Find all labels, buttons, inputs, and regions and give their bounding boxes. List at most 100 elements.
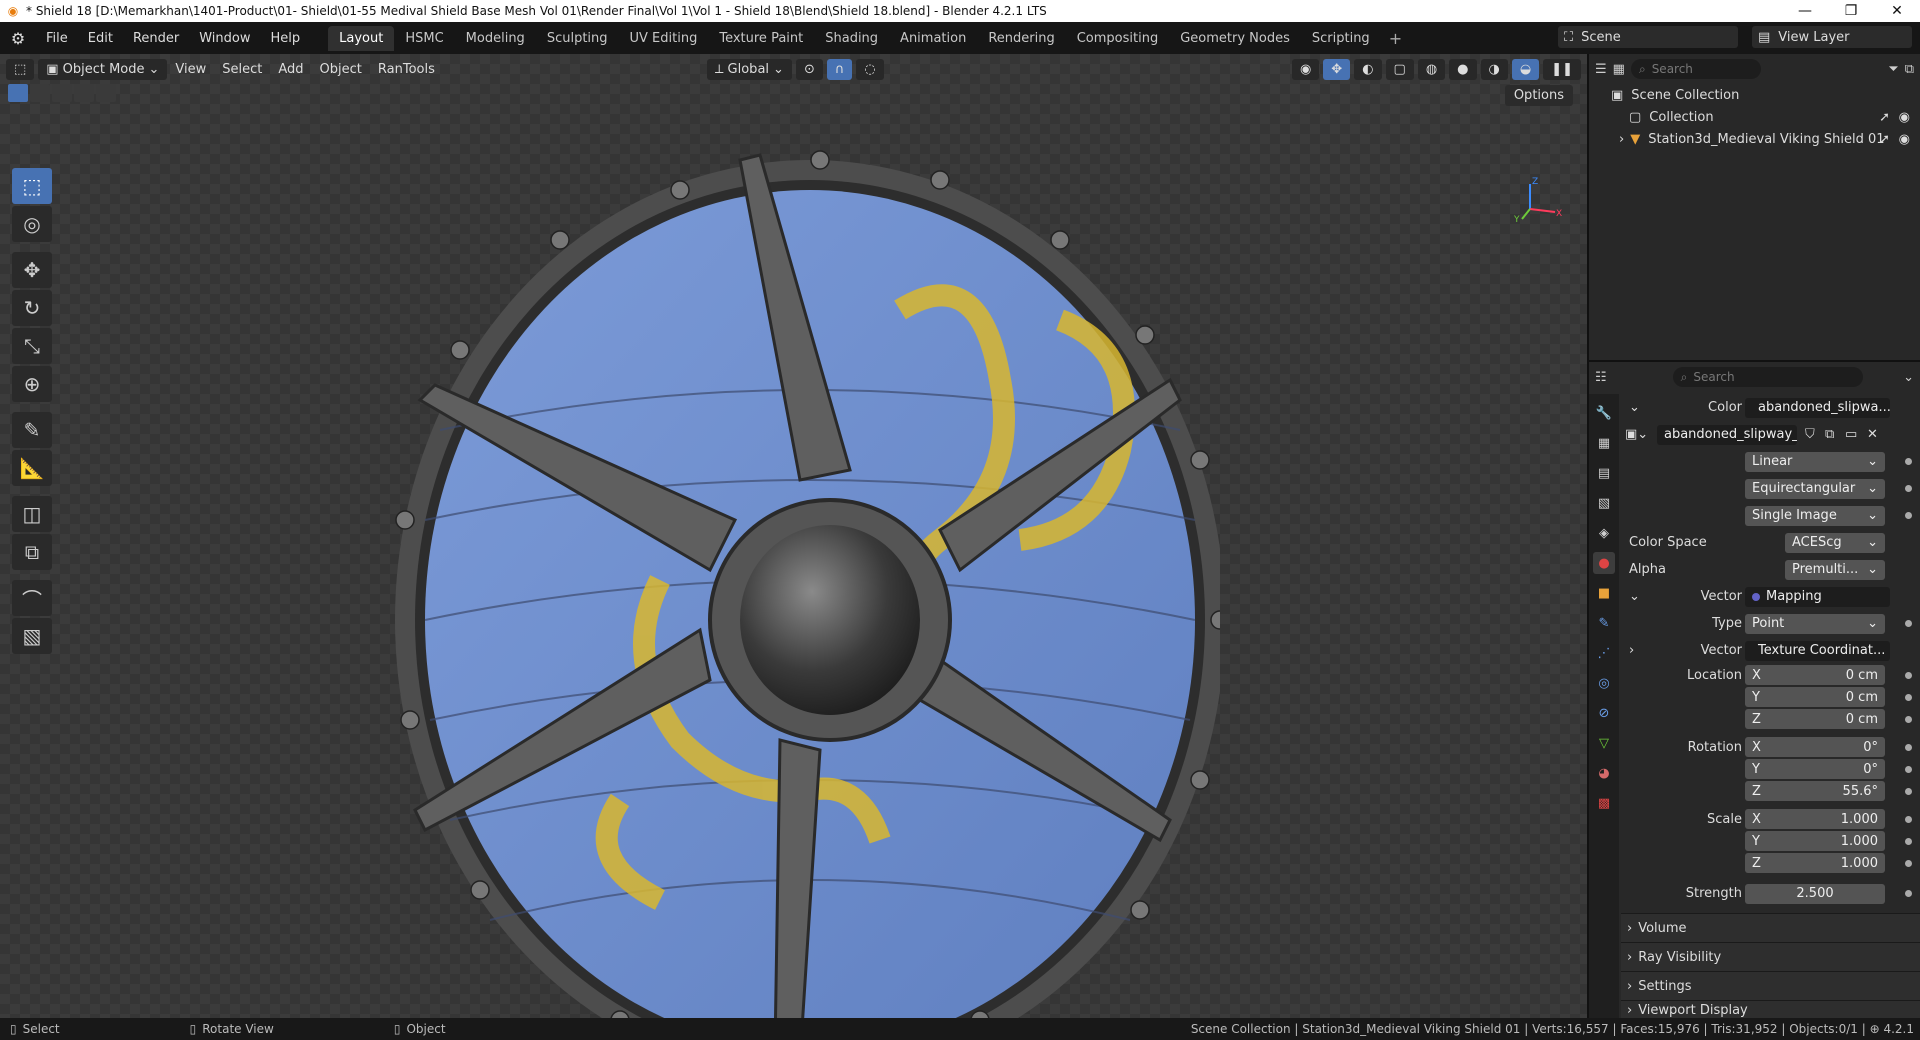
fake-user-icon[interactable]: ⛉ <box>1805 427 1815 442</box>
menu-edit[interactable]: Edit <box>78 31 123 46</box>
view-layer-selector[interactable]: ▤ View Layer <box>1752 26 1912 48</box>
rotate-tool-icon[interactable]: ↻ <box>12 290 52 326</box>
keyframe-dot[interactable] <box>1905 837 1912 845</box>
texture-tab-icon[interactable]: ▩ <box>1593 792 1615 814</box>
selectable-icon[interactable]: ➚ <box>1879 132 1890 147</box>
snap-toggle[interactable]: ∩ <box>826 58 853 80</box>
outliner-row-shield-object[interactable]: › ▼ Station3d_Medieval Viking Shield 01 … <box>1589 128 1920 150</box>
constraints-tab-icon[interactable]: ⊘ <box>1593 702 1615 724</box>
menu-window[interactable]: Window <box>189 31 260 46</box>
scene-selector[interactable]: ⛶ Scene <box>1558 26 1738 48</box>
add-cube-tool-icon[interactable]: ◫ <box>12 496 52 532</box>
image-browse-icon[interactable]: ▣⌄ <box>1625 427 1648 442</box>
vector2-socket-field[interactable]: Texture Coordinat... <box>1745 640 1890 661</box>
material-tab-icon[interactable]: ◕ <box>1593 762 1615 784</box>
tab-rendering[interactable]: Rendering <box>977 26 1065 51</box>
chevron-down-icon[interactable]: ⌄ <box>1903 370 1914 385</box>
minimize-button[interactable]: — <box>1782 3 1828 19</box>
interpolation-select[interactable]: Linear ⌄ <box>1745 451 1885 472</box>
output-tab-icon[interactable]: ▤ <box>1593 462 1615 484</box>
select-invert-icon[interactable] <box>74 84 94 102</box>
strength-field[interactable]: 2.500 <box>1745 883 1885 904</box>
physics-tab-icon[interactable]: ◎ <box>1593 672 1615 694</box>
tab-animation[interactable]: Animation <box>889 26 977 51</box>
alpha-select[interactable]: Premulti... ⌄ <box>1785 559 1885 580</box>
tab-compositing[interactable]: Compositing <box>1066 26 1170 51</box>
eye-icon[interactable]: ◉ <box>1899 132 1910 147</box>
tab-texture-paint[interactable]: Texture Paint <box>708 26 814 51</box>
tab-uv-editing[interactable]: UV Editing <box>619 26 709 51</box>
selectable-icon[interactable]: ➚ <box>1879 110 1890 125</box>
rotation-x-field[interactable]: X 0° <box>1745 737 1885 757</box>
select-subtract-icon[interactable] <box>52 84 72 102</box>
shading-solid[interactable]: ● <box>1449 58 1477 80</box>
tool-tab-icon[interactable]: 🔧 <box>1593 402 1615 424</box>
tab-sculpting[interactable]: Sculpting <box>536 26 619 51</box>
new-collection-icon[interactable]: ⧉ <box>1905 62 1914 77</box>
scale-z-field[interactable]: Z 1.000 <box>1745 853 1885 873</box>
image-tool-icon[interactable]: ▧ <box>12 618 52 654</box>
collapse-chevron-icon[interactable]: ⌄ <box>1629 400 1640 415</box>
location-x-field[interactable]: X 0 cm <box>1745 665 1885 685</box>
tab-shading[interactable]: Shading <box>814 26 889 51</box>
navigation-gizmo[interactable]: Z X Y <box>1510 174 1570 224</box>
tab-geometry-nodes[interactable]: Geometry Nodes <box>1169 26 1301 51</box>
rotation-z-field[interactable]: Z 55.6° <box>1745 781 1885 801</box>
particles-tab-icon[interactable]: ⋰ <box>1593 642 1615 664</box>
data-tab-icon[interactable]: ▽ <box>1593 732 1615 754</box>
select-extend-icon[interactable] <box>30 84 50 102</box>
location-z-field[interactable]: Z 0 cm <box>1745 709 1885 729</box>
keyframe-dot[interactable] <box>1905 815 1912 823</box>
type-select[interactable]: Point ⌄ <box>1745 613 1885 634</box>
outliner-row-collection[interactable]: ▢ Collection ➚ ◉ <box>1589 106 1920 128</box>
transform-orientation[interactable]: ⟂ Global ⌄ <box>706 58 792 80</box>
view-layer-tab-icon[interactable]: ▧ <box>1593 492 1615 514</box>
panel-volume[interactable]: › Volume <box>1621 913 1920 942</box>
select-box-tool-icon[interactable]: ⬚ <box>12 168 52 204</box>
panel-settings[interactable]: › Settings <box>1621 971 1920 1000</box>
viewport-menu-rantools[interactable]: RanTools <box>370 62 443 77</box>
keyframe-dot[interactable] <box>1905 765 1912 773</box>
keyframe-dot[interactable] <box>1905 859 1912 867</box>
editor-type-button[interactable]: ⬚ <box>6 58 35 80</box>
blender-menu-icon[interactable]: ⚙ <box>0 29 36 48</box>
outliner-search[interactable]: ⌕ Search <box>1630 59 1761 79</box>
keyframe-dot[interactable] <box>1905 787 1912 795</box>
viewport-menu-view[interactable]: View <box>167 62 214 77</box>
properties-search[interactable]: ⌕ Search <box>1672 367 1863 387</box>
scale-y-field[interactable]: Y 1.000 <box>1745 831 1885 851</box>
vector-socket-field[interactable]: Mapping <box>1745 586 1890 607</box>
keyframe-dot[interactable] <box>1905 715 1912 723</box>
projection-select[interactable]: Equirectangular ⌄ <box>1745 478 1885 499</box>
render-tab-icon[interactable]: ▦ <box>1593 432 1615 454</box>
properties-editor-icon[interactable]: ☷ <box>1595 370 1607 385</box>
filter-icon[interactable]: ⏷ <box>1888 62 1898 77</box>
close-button[interactable]: ✕ <box>1874 3 1920 19</box>
add-workspace-icon[interactable]: + <box>1381 29 1410 48</box>
tab-layout[interactable]: Layout <box>328 25 395 51</box>
panel-viewport-display[interactable]: › Viewport Display <box>1621 1000 1920 1020</box>
eye-icon[interactable]: ◉ <box>1899 110 1910 125</box>
keyframe-dot[interactable] <box>1905 485 1912 492</box>
source-select[interactable]: Single Image ⌄ <box>1745 505 1885 526</box>
keyframe-dot[interactable] <box>1905 620 1912 627</box>
scale-tool-icon[interactable]: ⤡ <box>12 328 52 364</box>
keyframe-dot[interactable] <box>1905 890 1912 897</box>
scene-tab-icon[interactable]: ◈ <box>1593 522 1615 544</box>
scale-x-field[interactable]: X 1.000 <box>1745 809 1885 829</box>
unlink-image-icon[interactable]: ✕ <box>1867 427 1878 442</box>
keyframe-dot[interactable] <box>1905 743 1912 751</box>
tab-scripting[interactable]: Scripting <box>1301 26 1381 51</box>
image-name-field[interactable]: abandoned_slipway_... <box>1657 424 1797 445</box>
outliner-row-scene-collection[interactable]: ▣ Scene Collection <box>1589 84 1920 106</box>
menu-render[interactable]: Render <box>123 31 189 46</box>
add-object-tool-icon[interactable]: ⧉ <box>12 534 52 570</box>
panel-ray-visibility[interactable]: › Ray Visibility <box>1621 942 1920 971</box>
modifier-tab-icon[interactable]: ✎ <box>1593 612 1615 634</box>
transform-tool-icon[interactable]: ⊕ <box>12 366 52 402</box>
viewport-menu-add[interactable]: Add <box>270 62 311 77</box>
move-tool-icon[interactable]: ✥ <box>12 252 52 288</box>
keyframe-dot[interactable] <box>1905 671 1912 679</box>
viewport-menu-select[interactable]: Select <box>214 62 270 77</box>
outliner-editor-icon[interactable]: ☰ <box>1595 62 1607 77</box>
